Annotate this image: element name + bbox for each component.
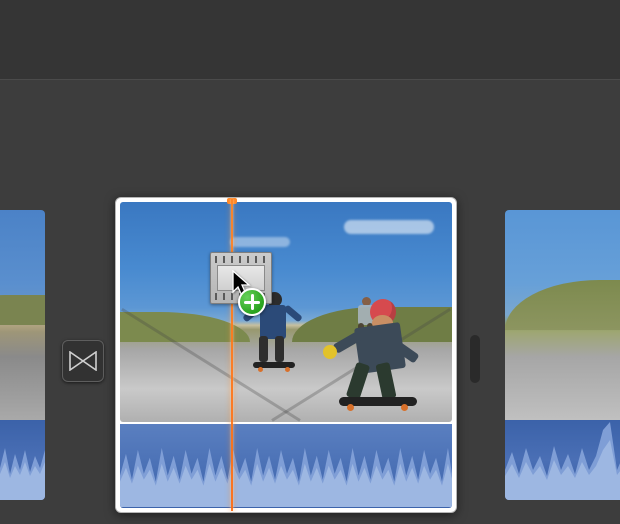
thumbnail-figure <box>325 297 445 417</box>
toolbar-area <box>0 0 620 80</box>
transition-cross-dissolve-icon[interactable] <box>62 340 104 382</box>
timeline-clip[interactable] <box>505 210 620 500</box>
clip-audio-waveform <box>505 420 620 500</box>
playhead-insertion-marker[interactable] <box>230 199 234 511</box>
clip-audio-waveform <box>0 420 45 500</box>
clip-thumbnail <box>505 210 620 420</box>
add-badge-icon <box>238 288 266 316</box>
timeline[interactable] <box>0 80 620 524</box>
timeline-clip-selected[interactable] <box>115 197 457 513</box>
drag-preview <box>210 252 278 310</box>
clip-thumbnail <box>120 202 452 422</box>
clip-thumbnail <box>0 210 45 420</box>
clip-audio-waveform <box>120 424 452 508</box>
clip-edge-handle[interactable] <box>470 335 480 383</box>
timeline-clip[interactable] <box>0 210 45 500</box>
